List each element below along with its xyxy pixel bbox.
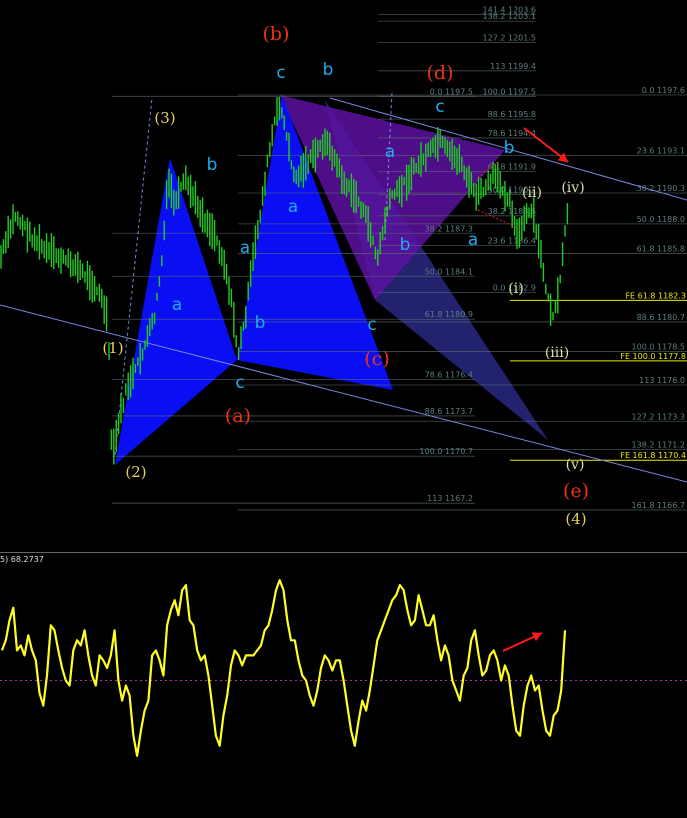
wave-sublabel: a [468, 230, 478, 250]
fib-level-label: 50.0 1188.0 [637, 215, 685, 224]
fib-level-label: 113 1167.2 [427, 494, 473, 503]
fib-level-label: 61.8 1185.8 [637, 244, 685, 253]
fib-level-label: 138.2 1171.2 [632, 440, 685, 449]
fib-level-label: 78.6 1176.4 [425, 371, 473, 380]
arrow-head [557, 152, 568, 162]
fib-level-label: 88.6 1195.8 [488, 110, 536, 119]
up-arrow [502, 632, 543, 652]
wave-sublabel: b [255, 313, 266, 333]
fib-level-label: 113 1176.0 [639, 376, 685, 385]
main-price-chart[interactable]: 141.4 1203.6138.2 1203.1127.2 1201.5113 … [0, 0, 687, 552]
wave-label: (1) [102, 339, 123, 357]
fib-level-label: 127.2 1201.5 [483, 34, 536, 43]
down-arrow [523, 127, 569, 163]
fib-level-label: 0.0 1197.6 [642, 86, 685, 95]
fib-level-label: 138.2 1203.1 [483, 12, 536, 21]
wave-sublabel: c [276, 63, 285, 83]
wave-label: (c) [364, 348, 389, 370]
oscillator-line [0, 579, 567, 757]
wave-label: (i) [508, 281, 523, 297]
wave-sublabel: a [172, 295, 182, 315]
fib-level-label: 113 1199.4 [490, 62, 536, 71]
fib-level-label: 23.6 1186.4 [488, 236, 536, 245]
fib-level-label: 50.0 1184.1 [425, 267, 473, 276]
fib-level-label: 23.6 1193.1 [637, 146, 685, 155]
fib-level-label: 161.8 1166.7 [632, 501, 685, 510]
fib-level-label: 78.6 1194.4 [488, 129, 536, 138]
wave-label: (e) [563, 480, 589, 502]
wave-sublabel: b [323, 60, 334, 80]
oscillator-panel[interactable] [0, 553, 687, 818]
fib-level-label: 100.0 1178.5 [632, 342, 685, 351]
wave-sublabel: b [400, 235, 411, 255]
wave-sublabel: b [207, 155, 218, 175]
wave-label: (iv) [561, 180, 584, 196]
wave-label: (2) [125, 463, 146, 481]
wave-sublabel: a [288, 197, 298, 217]
fib-level-label: 100.0 1170.7 [420, 447, 473, 456]
wave-sublabel: c [367, 315, 376, 335]
fe-level-label: FE 100.0 1177.8 [620, 352, 686, 361]
wave-label: (a) [225, 405, 251, 427]
fib-level-label: 61.8 1180.9 [425, 310, 473, 319]
wave-sublabel: c [435, 97, 444, 117]
fib-level-label: 38.2 1190.3 [637, 184, 685, 193]
fib-level-label: 88.6 1180.7 [637, 313, 685, 322]
wave-label: (d) [427, 62, 454, 84]
wave-label: (b) [263, 23, 290, 45]
wave-label: (4) [565, 510, 586, 528]
fib-level-label: 127.2 1173.3 [632, 412, 685, 421]
wave-label: (v) [566, 457, 585, 473]
wave-label: (3) [154, 109, 175, 127]
wave-sublabel: b [504, 138, 515, 158]
chart-window: 141.4 1203.6 138.2 1203.1 127.2 1201.5 113 … [0, 0, 687, 818]
fe-level-label: FE 61.8 1182.3 [625, 291, 686, 300]
wave-sublabel: a [385, 142, 395, 162]
wave-label: (iii) [545, 345, 569, 361]
fe-level-label: FE 161.8 1170.4 [620, 451, 686, 460]
fib-level-label: 38.2 1187.3 [425, 224, 473, 233]
fib-level-label: 88.6 1173.7 [425, 407, 473, 416]
wave-sublabel: c [235, 373, 244, 393]
wave-sublabel: a [240, 238, 250, 258]
wave-label: (ii) [522, 185, 542, 201]
